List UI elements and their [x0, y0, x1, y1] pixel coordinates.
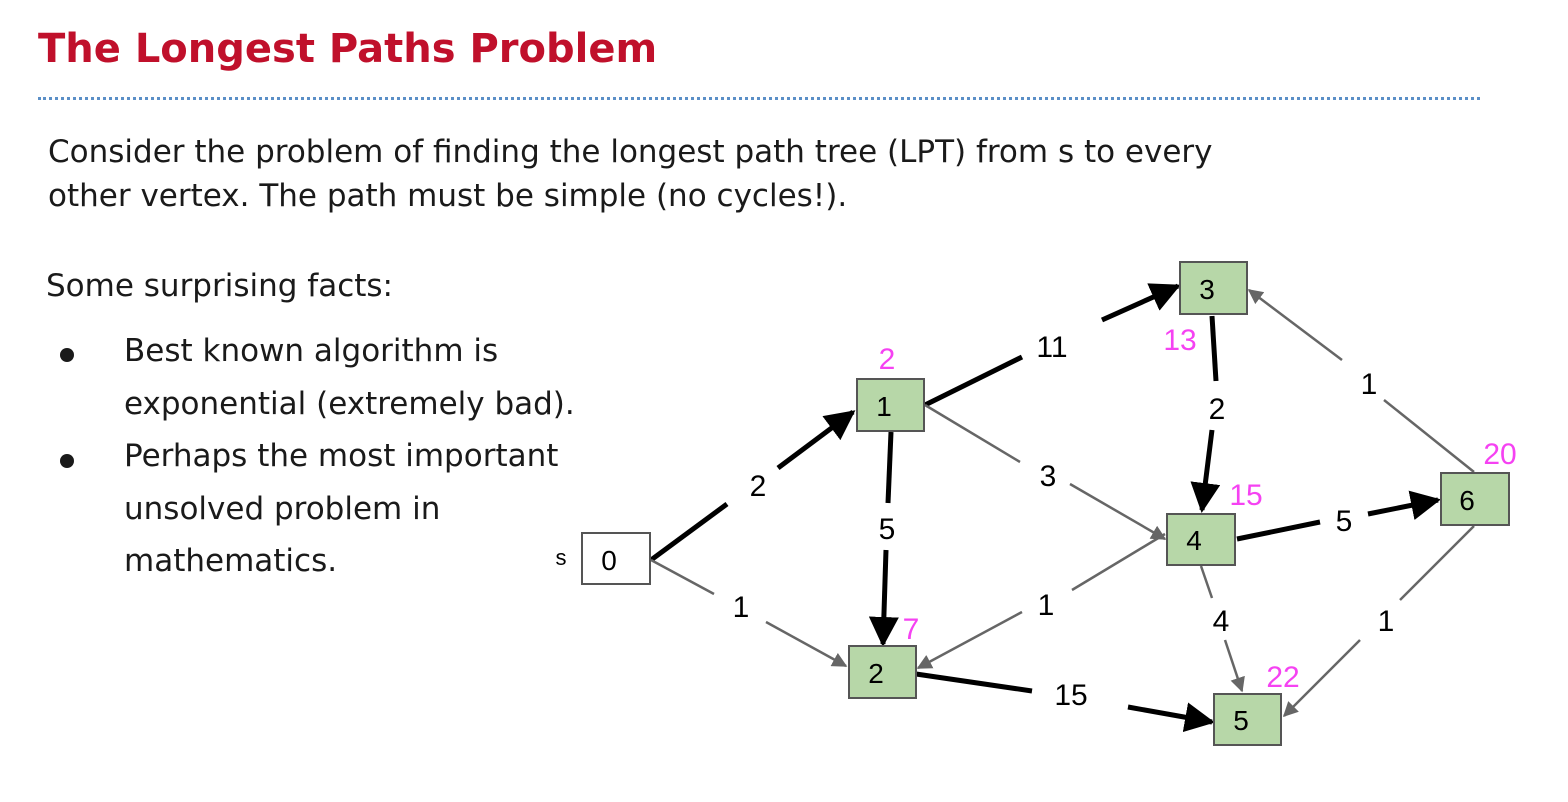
node-label: 0 — [601, 545, 617, 576]
edge-weight: 3 — [1040, 460, 1057, 493]
edge-4-2-arrow — [916, 610, 1023, 670]
source-label: s — [556, 545, 567, 570]
edge-weight: 11 — [1036, 331, 1067, 364]
edge-6-3 — [1383, 399, 1475, 473]
edge-weight: 1 — [1038, 589, 1055, 622]
edge-4-5 — [1199, 565, 1214, 599]
node-label: 4 — [1186, 525, 1202, 556]
edge-4-5-arrow — [1223, 639, 1245, 693]
distance-label-4: 15 — [1229, 479, 1262, 512]
node-label: 1 — [876, 391, 892, 422]
node-label: 6 — [1459, 485, 1475, 516]
distance-label-5: 22 — [1266, 661, 1299, 694]
distance-label-1: 2 — [879, 343, 896, 376]
node-label: 2 — [868, 658, 884, 689]
edge-weight: 1 — [733, 591, 750, 624]
edge-weight: 15 — [1054, 679, 1087, 712]
edge-2-5-arrow — [1127, 702, 1215, 733]
edge-4-2 — [1071, 532, 1166, 592]
edge-weight: 5 — [1336, 505, 1353, 538]
edge-0-2 — [650, 558, 715, 596]
edge-weight: 4 — [1213, 605, 1230, 638]
node-box — [1440, 472, 1510, 526]
edge-6-5 — [1399, 525, 1475, 601]
edge-0-1 — [649, 501, 729, 563]
edge-6-3-arrow — [1247, 289, 1343, 361]
edge-weight: 5 — [879, 513, 896, 546]
distance-label-3: 13 — [1163, 324, 1196, 357]
edge-3-4 — [1209, 315, 1219, 382]
node-4: 4 — [1166, 513, 1236, 566]
edge-weight: 1 — [1378, 605, 1395, 638]
edge-weight: 2 — [750, 470, 767, 503]
edge-3-4-arrow — [1190, 429, 1221, 513]
node-label: 5 — [1233, 705, 1249, 736]
edge-4-6-arrow — [1367, 490, 1441, 521]
distance-label-6: 20 — [1483, 438, 1516, 471]
edge-weights: 2 1 11 5 3 2 1 15 4 5 1 1 — [733, 331, 1395, 712]
node-label: 3 — [1199, 274, 1215, 305]
node-3: 3 — [1179, 261, 1248, 315]
edge-1-2-arrow — [868, 549, 899, 647]
node-0: 0 — [581, 532, 651, 585]
edge-weight: 1 — [1361, 368, 1378, 401]
edge-1-4 — [924, 403, 1021, 464]
edge-1-3 — [923, 354, 1024, 408]
node-5: 5 — [1213, 693, 1282, 746]
edge-0-2-arrow — [765, 620, 848, 668]
node-1: 1 — [856, 378, 925, 432]
longest-path-graph: 2 1 11 5 3 2 1 15 4 5 1 1 s 0 1 2 3 4 5 … — [556, 261, 1517, 746]
edge-1-3-arrow — [1100, 283, 1181, 323]
edge-1-2 — [885, 431, 894, 504]
edge-2-5 — [915, 671, 1033, 694]
edge-1-4-arrow — [1069, 482, 1167, 541]
edge-weight: 2 — [1209, 393, 1226, 426]
edge-4-6 — [1236, 519, 1321, 542]
node-2: 2 — [848, 645, 917, 699]
node-6: 6 — [1440, 472, 1510, 526]
edge-0-1-arrow — [776, 409, 856, 471]
distance-label-2: 7 — [903, 613, 920, 646]
